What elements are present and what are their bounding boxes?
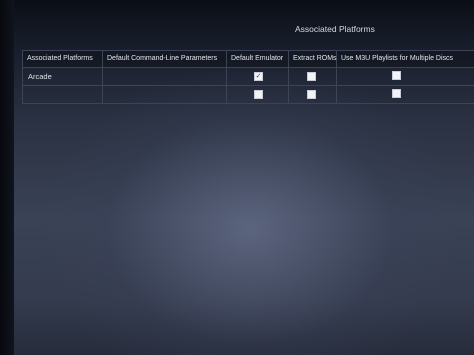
table-row[interactable]: Arcade ✓ bbox=[23, 68, 474, 86]
extract-roms-cell bbox=[289, 68, 337, 85]
screen-background: Associated Platforms Associated Platform… bbox=[0, 0, 474, 355]
default-emulator-checkbox[interactable] bbox=[254, 90, 263, 99]
associated-platforms-section-header: Associated Platforms bbox=[40, 14, 474, 46]
extract-roms-checkbox[interactable] bbox=[307, 90, 316, 99]
window-edge bbox=[0, 0, 14, 355]
platform-cell[interactable] bbox=[23, 86, 103, 103]
associated-platforms-table: Associated Platforms Default Command-Lin… bbox=[22, 50, 474, 104]
table-row[interactable] bbox=[23, 86, 474, 104]
use-m3u-playlists-checkbox[interactable] bbox=[392, 89, 401, 98]
command-line-parameters-cell[interactable] bbox=[103, 68, 227, 85]
use-m3u-playlists-cell bbox=[337, 68, 474, 85]
column-header-extract-roms[interactable]: Extract ROMs bbox=[289, 51, 337, 67]
section-title: Associated Platforms bbox=[295, 24, 375, 34]
extract-roms-checkbox[interactable] bbox=[307, 72, 316, 81]
use-m3u-playlists-checkbox[interactable] bbox=[392, 71, 401, 80]
column-header-default-emulator[interactable]: Default Emulator bbox=[227, 51, 289, 67]
column-header-default-command-line-parameters[interactable]: Default Command-Line Parameters bbox=[103, 51, 227, 67]
use-m3u-playlists-cell bbox=[337, 86, 474, 103]
default-emulator-checkbox[interactable]: ✓ bbox=[254, 72, 263, 81]
default-emulator-cell bbox=[227, 86, 289, 103]
platform-cell[interactable]: Arcade bbox=[23, 68, 103, 85]
extract-roms-cell bbox=[289, 86, 337, 103]
command-line-parameters-cell[interactable] bbox=[103, 86, 227, 103]
column-header-use-m3u-playlists[interactable]: Use M3U Playlists for Multiple Discs bbox=[337, 51, 474, 67]
default-emulator-cell: ✓ bbox=[227, 68, 289, 85]
table-header-row: Associated Platforms Default Command-Lin… bbox=[23, 51, 474, 68]
column-header-associated-platforms[interactable]: Associated Platforms bbox=[23, 51, 103, 67]
checkmark-icon: ✓ bbox=[255, 73, 262, 80]
